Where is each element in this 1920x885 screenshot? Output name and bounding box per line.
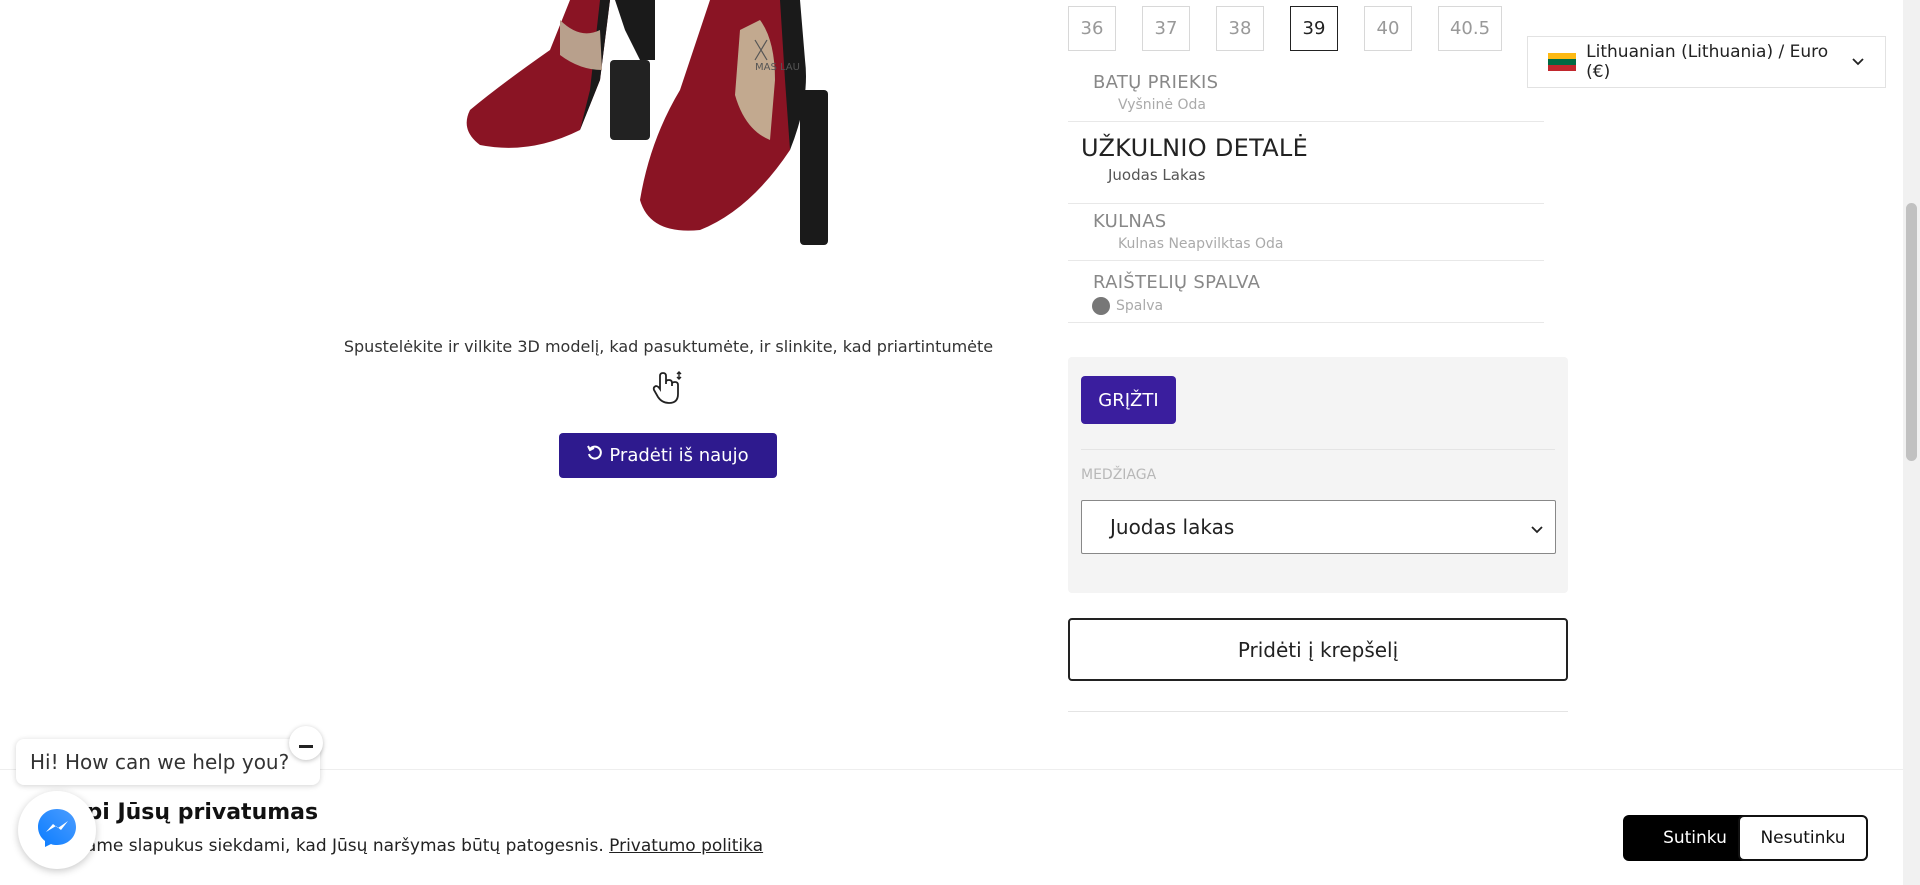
shoe-logo-text: MAS LAU [755,62,800,73]
shoe-illustration: MAS LAU [466,0,828,245]
chat-greeting-bubble[interactable]: Hi! How can we help you? [16,739,320,785]
messenger-icon [36,807,78,853]
size-option[interactable]: 40.5 [1438,6,1502,51]
cookie-description: dojame slapukus siekdami, kad Jūsų naršy… [60,836,604,856]
summary-value: Kulnas Neapvilktas Oda [1118,236,1284,252]
summary-item-heel-detail[interactable]: UŽKULNIO DETALĖ Juodas Lakas [1068,134,1544,204]
size-option[interactable]: 36 [1068,6,1116,51]
material-select[interactable]: Juodas lakas [1081,500,1556,554]
summary-title: UŽKULNIO DETALĖ [1081,134,1309,162]
hand-drag-icon [648,370,684,406]
rotate-instruction: Spustelėkite ir vilkite 3D modelį, kad p… [343,337,994,356]
material-label: MEDŽIAGA [1081,467,1157,483]
divider [1068,711,1568,712]
lithuania-flag-icon [1548,52,1577,72]
color-swatch [1092,297,1110,315]
summary-value: Juodas Lakas [1108,166,1206,184]
restart-button[interactable]: Pradėti iš naujo [559,433,777,478]
summary-title: RAIŠTELIŲ SPALVA [1093,272,1261,293]
cookie-consent-bar: rūpi Jūsų privatumas dojame slapukus sie… [0,769,1903,885]
restart-label: Pradėti iš naujo [609,445,749,466]
back-button[interactable]: GRĮŽTI [1081,376,1176,424]
decline-cookies-button[interactable]: Nesutinku [1738,815,1868,861]
summary-value: Vyšninė Oda [1118,97,1206,113]
currency-selector[interactable]: Lithuanian (Lithuania) / Euro (€) [1527,36,1886,88]
cookie-title: rūpi Jūsų privatumas [60,800,319,825]
summary-item-toe[interactable]: BATŲ PRIEKIS Vyšninė Oda [1068,72,1544,122]
size-option[interactable]: 37 [1142,6,1190,51]
summary-value: Spalva [1116,298,1164,314]
size-option[interactable]: 38 [1216,6,1264,51]
material-panel: GRĮŽTI MEDŽIAGA Juodas lakas [1068,357,1568,593]
summary-item-heel[interactable]: KULNAS Kulnas Neapvilktas Oda [1068,211,1544,261]
summary-title: KULNAS [1093,211,1167,232]
summary-item-lace-color[interactable]: RAIŠTELIŲ SPALVA Spalva [1068,272,1544,323]
minus-icon [299,734,313,753]
chat-greeting-text: Hi! How can we help you? [30,750,290,774]
page: MAS LAU Spustelėkite ir vilkite 3D model… [0,0,1920,885]
summary-title: BATŲ PRIEKIS [1093,72,1219,93]
chevron-down-icon [1531,515,1543,539]
shoe-3d-model[interactable]: MAS LAU [440,0,900,260]
chat-close-button[interactable] [289,726,323,760]
restart-icon [587,445,603,466]
currency-label: Lithuanian (Lithuania) / Euro (€) [1586,42,1829,82]
add-to-cart-button[interactable]: Pridėti į krepšelį [1068,618,1568,681]
size-option-selected[interactable]: 39 [1290,6,1338,51]
size-option[interactable]: 40 [1364,6,1412,51]
privacy-policy-link[interactable]: Privatumo politika [609,836,763,856]
chevron-down-icon [1851,52,1865,72]
messenger-chat-button[interactable] [18,791,96,869]
divider [1081,449,1555,450]
material-select-value: Juodas lakas [1110,515,1235,539]
cookie-text: dojame slapukus siekdami, kad Jūsų naršy… [60,836,763,856]
size-selector: 36 37 38 39 40 40.5 [1068,6,1502,51]
scrollbar[interactable] [1903,0,1920,885]
scrollbar-thumb[interactable] [1906,203,1917,461]
